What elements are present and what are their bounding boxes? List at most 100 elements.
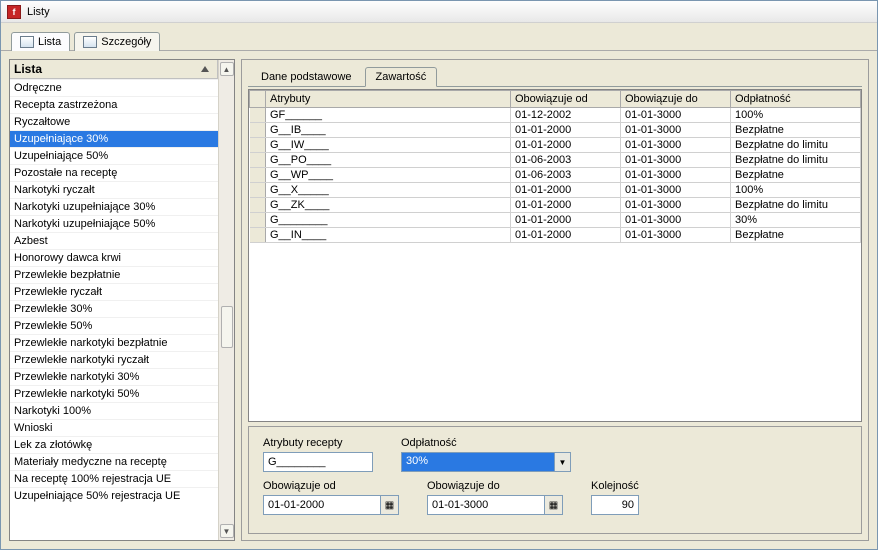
table-cell[interactable]: 01-01-2000 — [511, 183, 621, 198]
table-cell[interactable]: 01-01-2000 — [511, 213, 621, 228]
top-tabs: Lista Szczegóły — [1, 23, 877, 51]
table-cell[interactable]: 01-06-2003 — [511, 153, 621, 168]
input-kolejnosc[interactable] — [591, 495, 639, 515]
table-cell[interactable]: 01-01-2000 — [511, 138, 621, 153]
list-item[interactable]: Przewlekłe 30% — [10, 300, 218, 317]
tab-szczegoly[interactable]: Szczegóły — [74, 32, 160, 51]
list-item[interactable]: Recepta zastrzeżona — [10, 96, 218, 113]
table-cell[interactable]: 100% — [731, 108, 861, 123]
scroll-up-button[interactable]: ▲ — [220, 62, 234, 76]
list-item[interactable]: Pozostałe na receptę — [10, 164, 218, 181]
list-item[interactable]: Honorowy dawca krwi — [10, 249, 218, 266]
input-obow-do[interactable] — [427, 495, 545, 515]
table-row[interactable]: G________01-01-200001-01-300030% — [250, 213, 861, 228]
table-cell[interactable]: 01-12-2002 — [511, 108, 621, 123]
list-body[interactable]: OdręczneRecepta zastrzeżonaRyczałtoweUzu… — [10, 79, 218, 540]
subtab-zawartosc[interactable]: Zawartość — [365, 67, 438, 87]
list-item[interactable]: Na receptę 100% rejestracja UE — [10, 470, 218, 487]
table-row[interactable]: G__WP____01-06-200301-01-3000Bezpłatne — [250, 168, 861, 183]
table-cell[interactable]: 01-01-2000 — [511, 198, 621, 213]
list-item[interactable]: Przewlekłe narkotyki bezpłatnie — [10, 334, 218, 351]
col-obowiazuje-do[interactable]: Obowiązuje do — [621, 91, 731, 108]
table-cell[interactable]: G__X_____ — [266, 183, 511, 198]
table-cell[interactable]: Bezpłatne do limitu — [731, 138, 861, 153]
row-gutter — [250, 228, 266, 243]
tab-lista[interactable]: Lista — [11, 32, 70, 51]
table-cell[interactable]: Bezpłatne — [731, 168, 861, 183]
calendar-icon[interactable]: ▦ — [545, 495, 563, 515]
input-atrybuty[interactable] — [263, 452, 373, 472]
input-obow-od[interactable] — [263, 495, 381, 515]
col-atrybuty[interactable]: Atrybuty — [266, 91, 511, 108]
table-cell[interactable]: 01-01-3000 — [621, 168, 731, 183]
data-table[interactable]: Atrybuty Obowiązuje od Obowiązuje do Odp… — [249, 90, 861, 243]
table-row[interactable]: G__X_____01-01-200001-01-3000100% — [250, 183, 861, 198]
table-cell[interactable]: GF______ — [266, 108, 511, 123]
table-cell[interactable]: Bezpłatne do limitu — [731, 198, 861, 213]
list-item[interactable]: Przewlekłe narkotyki 50% — [10, 385, 218, 402]
table-cell[interactable]: 01-01-3000 — [621, 183, 731, 198]
table-row[interactable]: G__PO____01-06-200301-01-3000Bezpłatne d… — [250, 153, 861, 168]
table-cell[interactable]: G__IN____ — [266, 228, 511, 243]
scroll-down-button[interactable]: ▼ — [220, 524, 234, 538]
table-cell[interactable]: 01-01-3000 — [621, 153, 731, 168]
field-obowiazuje-od: Obowiązuje od ▦ — [263, 480, 399, 515]
list-item[interactable]: Przewlekłe bezpłatnie — [10, 266, 218, 283]
combo-odplatnosc[interactable]: 30% ▼ — [401, 452, 571, 472]
col-obowiazuje-od[interactable]: Obowiązuje od — [511, 91, 621, 108]
table-cell[interactable]: G__PO____ — [266, 153, 511, 168]
data-table-wrap: Atrybuty Obowiązuje od Obowiązuje do Odp… — [248, 89, 862, 422]
table-cell[interactable]: 01-01-3000 — [621, 123, 731, 138]
list-item[interactable]: Przewlekłe ryczałt — [10, 283, 218, 300]
list-item[interactable]: Uzupełniające 50% — [10, 147, 218, 164]
list-item[interactable]: Przewlekłe 50% — [10, 317, 218, 334]
table-cell[interactable]: G__WP____ — [266, 168, 511, 183]
table-row[interactable]: G__IN____01-01-200001-01-3000Bezpłatne — [250, 228, 861, 243]
list-item[interactable]: Narkotyki ryczałt — [10, 181, 218, 198]
table-cell[interactable]: 01-01-3000 — [621, 198, 731, 213]
table-cell[interactable]: G__IB____ — [266, 123, 511, 138]
list-item[interactable]: Narkotyki 100% — [10, 402, 218, 419]
label-obow-do: Obowiązuje do — [427, 480, 563, 492]
table-cell[interactable]: 01-01-3000 — [621, 138, 731, 153]
table-cell[interactable]: G__IW____ — [266, 138, 511, 153]
table-cell[interactable]: G________ — [266, 213, 511, 228]
list-item[interactable]: Lek za złotówkę — [10, 436, 218, 453]
list-item[interactable]: Wnioski — [10, 419, 218, 436]
list-item[interactable]: Materiały medyczne na receptę — [10, 453, 218, 470]
chevron-down-icon[interactable]: ▼ — [554, 453, 570, 471]
table-row[interactable]: G__IW____01-01-200001-01-3000Bezpłatne d… — [250, 138, 861, 153]
scroll-thumb[interactable] — [221, 306, 233, 348]
list-item[interactable]: Azbest — [10, 232, 218, 249]
subtab-dane-podstawowe[interactable]: Dane podstawowe — [250, 67, 363, 86]
list-item[interactable]: Narkotyki uzupełniające 30% — [10, 198, 218, 215]
table-cell[interactable]: 01-01-2000 — [511, 123, 621, 138]
row-gutter — [250, 168, 266, 183]
table-cell[interactable]: 30% — [731, 213, 861, 228]
scrollbar-vertical[interactable]: ▲ ▼ — [218, 60, 234, 540]
col-odplatnosc[interactable]: Odpłatność — [731, 91, 861, 108]
table-cell[interactable]: 01-01-3000 — [621, 228, 731, 243]
list-item[interactable]: Narkotyki uzupełniające 50% — [10, 215, 218, 232]
table-cell[interactable]: Bezpłatne — [731, 123, 861, 138]
table-cell[interactable]: 01-01-3000 — [621, 213, 731, 228]
table-cell[interactable]: Bezpłatne do limitu — [731, 153, 861, 168]
table-cell[interactable]: 01-01-2000 — [511, 228, 621, 243]
table-row[interactable]: G__IB____01-01-200001-01-3000Bezpłatne — [250, 123, 861, 138]
table-cell[interactable]: 01-01-3000 — [621, 108, 731, 123]
app-icon: f — [7, 5, 21, 19]
table-cell[interactable]: 100% — [731, 183, 861, 198]
list-item[interactable]: Uzupełniające 50% rejestracja UE — [10, 487, 218, 504]
list-header[interactable]: Lista — [10, 60, 218, 79]
calendar-icon[interactable]: ▦ — [381, 495, 399, 515]
list-item[interactable]: Przewlekłe narkotyki 30% — [10, 368, 218, 385]
table-cell[interactable]: G__ZK____ — [266, 198, 511, 213]
list-item[interactable]: Ryczałtowe — [10, 113, 218, 130]
table-row[interactable]: GF______01-12-200201-01-3000100% — [250, 108, 861, 123]
list-item[interactable]: Uzupełniające 30% — [10, 130, 218, 147]
table-cell[interactable]: Bezpłatne — [731, 228, 861, 243]
table-row[interactable]: G__ZK____01-01-200001-01-3000Bezpłatne d… — [250, 198, 861, 213]
list-item[interactable]: Odręczne — [10, 79, 218, 96]
list-item[interactable]: Przewlekłe narkotyki ryczałt — [10, 351, 218, 368]
table-cell[interactable]: 01-06-2003 — [511, 168, 621, 183]
